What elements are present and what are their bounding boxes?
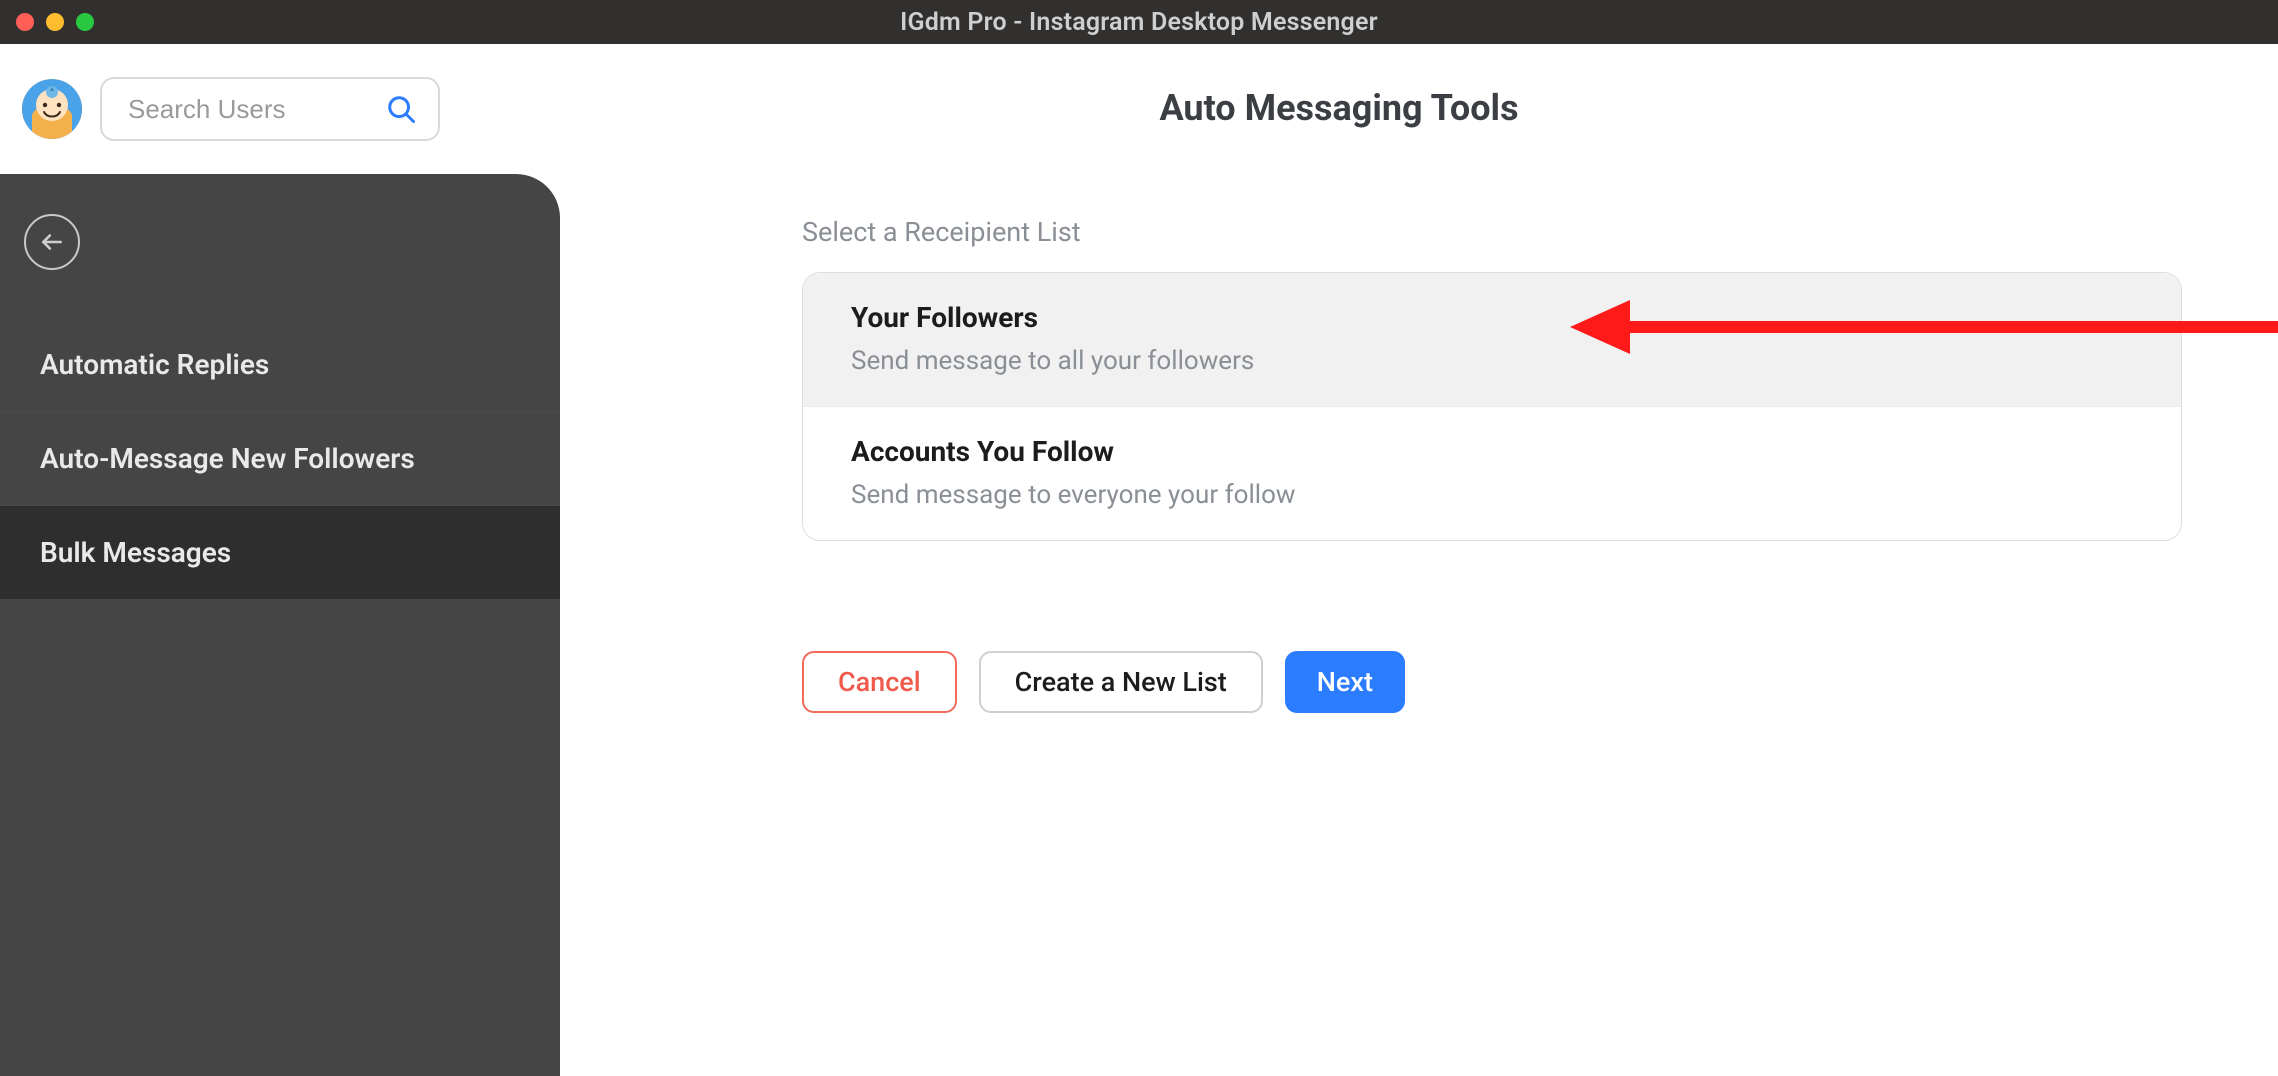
top-bar: Auto Messaging Tools xyxy=(0,44,2278,174)
window-fullscreen-button[interactable] xyxy=(76,13,94,31)
avatar-icon xyxy=(22,79,82,139)
button-label: Next xyxy=(1317,666,1373,698)
next-button[interactable]: Next xyxy=(1285,651,1405,713)
sidebar-item-auto-message-new-followers[interactable]: Auto-Message New Followers xyxy=(0,412,560,505)
option-title: Your Followers xyxy=(851,301,2133,334)
search-icon[interactable] xyxy=(386,94,416,124)
section-label: Select a Receipient List xyxy=(802,216,2206,248)
sidebar-item-label: Auto-Message New Followers xyxy=(40,442,415,475)
sidebar-item-label: Bulk Messages xyxy=(40,536,231,569)
sidebar: Automatic Replies Auto-Message New Follo… xyxy=(0,174,560,1076)
option-desc: Send message to everyone your follow xyxy=(851,480,2133,510)
window-minimize-button[interactable] xyxy=(46,13,64,31)
sidebar-item-bulk-messages[interactable]: Bulk Messages xyxy=(0,506,560,599)
recipient-option-your-followers[interactable]: Your Followers Send message to all your … xyxy=(803,273,2181,406)
main-content: Select a Receipient List Your Followers … xyxy=(560,174,2278,1076)
cancel-button[interactable]: Cancel xyxy=(802,651,957,713)
avatar[interactable] xyxy=(22,79,82,139)
page-title: Auto Messaging Tools xyxy=(1159,87,1518,129)
window-title: IGdm Pro - Instagram Desktop Messenger xyxy=(900,8,1378,37)
recipient-list: Your Followers Send message to all your … xyxy=(802,272,2182,541)
button-row: Cancel Create a New List Next xyxy=(802,651,2206,713)
arrow-left-icon xyxy=(39,229,65,255)
sidebar-item-label: Automatic Replies xyxy=(40,348,269,381)
button-label: Create a New List xyxy=(1015,666,1227,698)
window-close-button[interactable] xyxy=(16,13,34,31)
window-titlebar: IGdm Pro - Instagram Desktop Messenger xyxy=(0,0,2278,44)
search-wrap xyxy=(100,77,470,141)
create-new-list-button[interactable]: Create a New List xyxy=(979,651,1263,713)
button-label: Cancel xyxy=(838,666,921,698)
option-title: Accounts You Follow xyxy=(851,435,2133,468)
window-traffic-lights xyxy=(16,13,94,31)
sidebar-back-button[interactable] xyxy=(24,214,80,270)
option-desc: Send message to all your followers xyxy=(851,346,2133,376)
sidebar-item-automatic-replies[interactable]: Automatic Replies xyxy=(0,318,560,411)
recipient-option-accounts-you-follow[interactable]: Accounts You Follow Send message to ever… xyxy=(803,406,2181,540)
